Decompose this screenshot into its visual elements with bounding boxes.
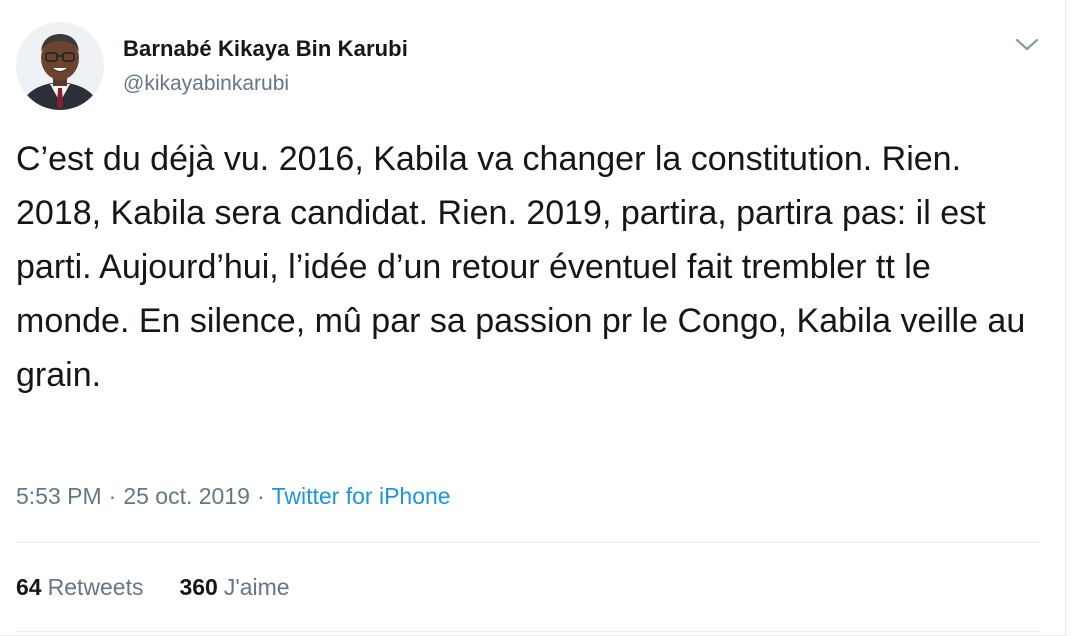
retweets-stat[interactable]: 64 Retweets bbox=[16, 574, 143, 601]
chevron-down-icon bbox=[1015, 38, 1039, 51]
author-handle[interactable]: @kikayabinkarubi bbox=[123, 72, 289, 96]
divider bbox=[16, 542, 1040, 543]
tweet-source-link[interactable]: Twitter for iPhone bbox=[272, 483, 451, 509]
tweet-text: C’est du déjà vu. 2016, Kabila va change… bbox=[16, 140, 1026, 394]
meta-separator: · bbox=[108, 483, 117, 509]
likes-stat[interactable]: 360 J'aime bbox=[179, 574, 289, 601]
tweet-stats: 64 Retweets 360 J'aime bbox=[16, 574, 290, 601]
tweet-menu-button[interactable] bbox=[1014, 34, 1040, 54]
divider bbox=[16, 631, 1040, 632]
retweets-label: Retweets bbox=[47, 574, 144, 600]
author-name[interactable]: Barnabé Kikaya Bin Karubi bbox=[123, 36, 408, 62]
likes-count: 360 bbox=[179, 574, 218, 600]
tweet-metadata: 5:53 PM · 25 oct. 2019 · Twitter for iPhone bbox=[16, 483, 451, 510]
likes-label: J'aime bbox=[223, 574, 290, 600]
avatar-image bbox=[16, 22, 104, 110]
tweet-time[interactable]: 5:53 PM bbox=[16, 483, 102, 509]
tweet-date[interactable]: 25 oct. 2019 bbox=[123, 483, 250, 509]
tweet-card: Barnabé Kikaya Bin Karubi @kikayabinkaru… bbox=[0, 0, 1066, 636]
avatar[interactable] bbox=[16, 22, 104, 110]
retweets-count: 64 bbox=[16, 574, 42, 600]
meta-separator: · bbox=[256, 483, 265, 509]
